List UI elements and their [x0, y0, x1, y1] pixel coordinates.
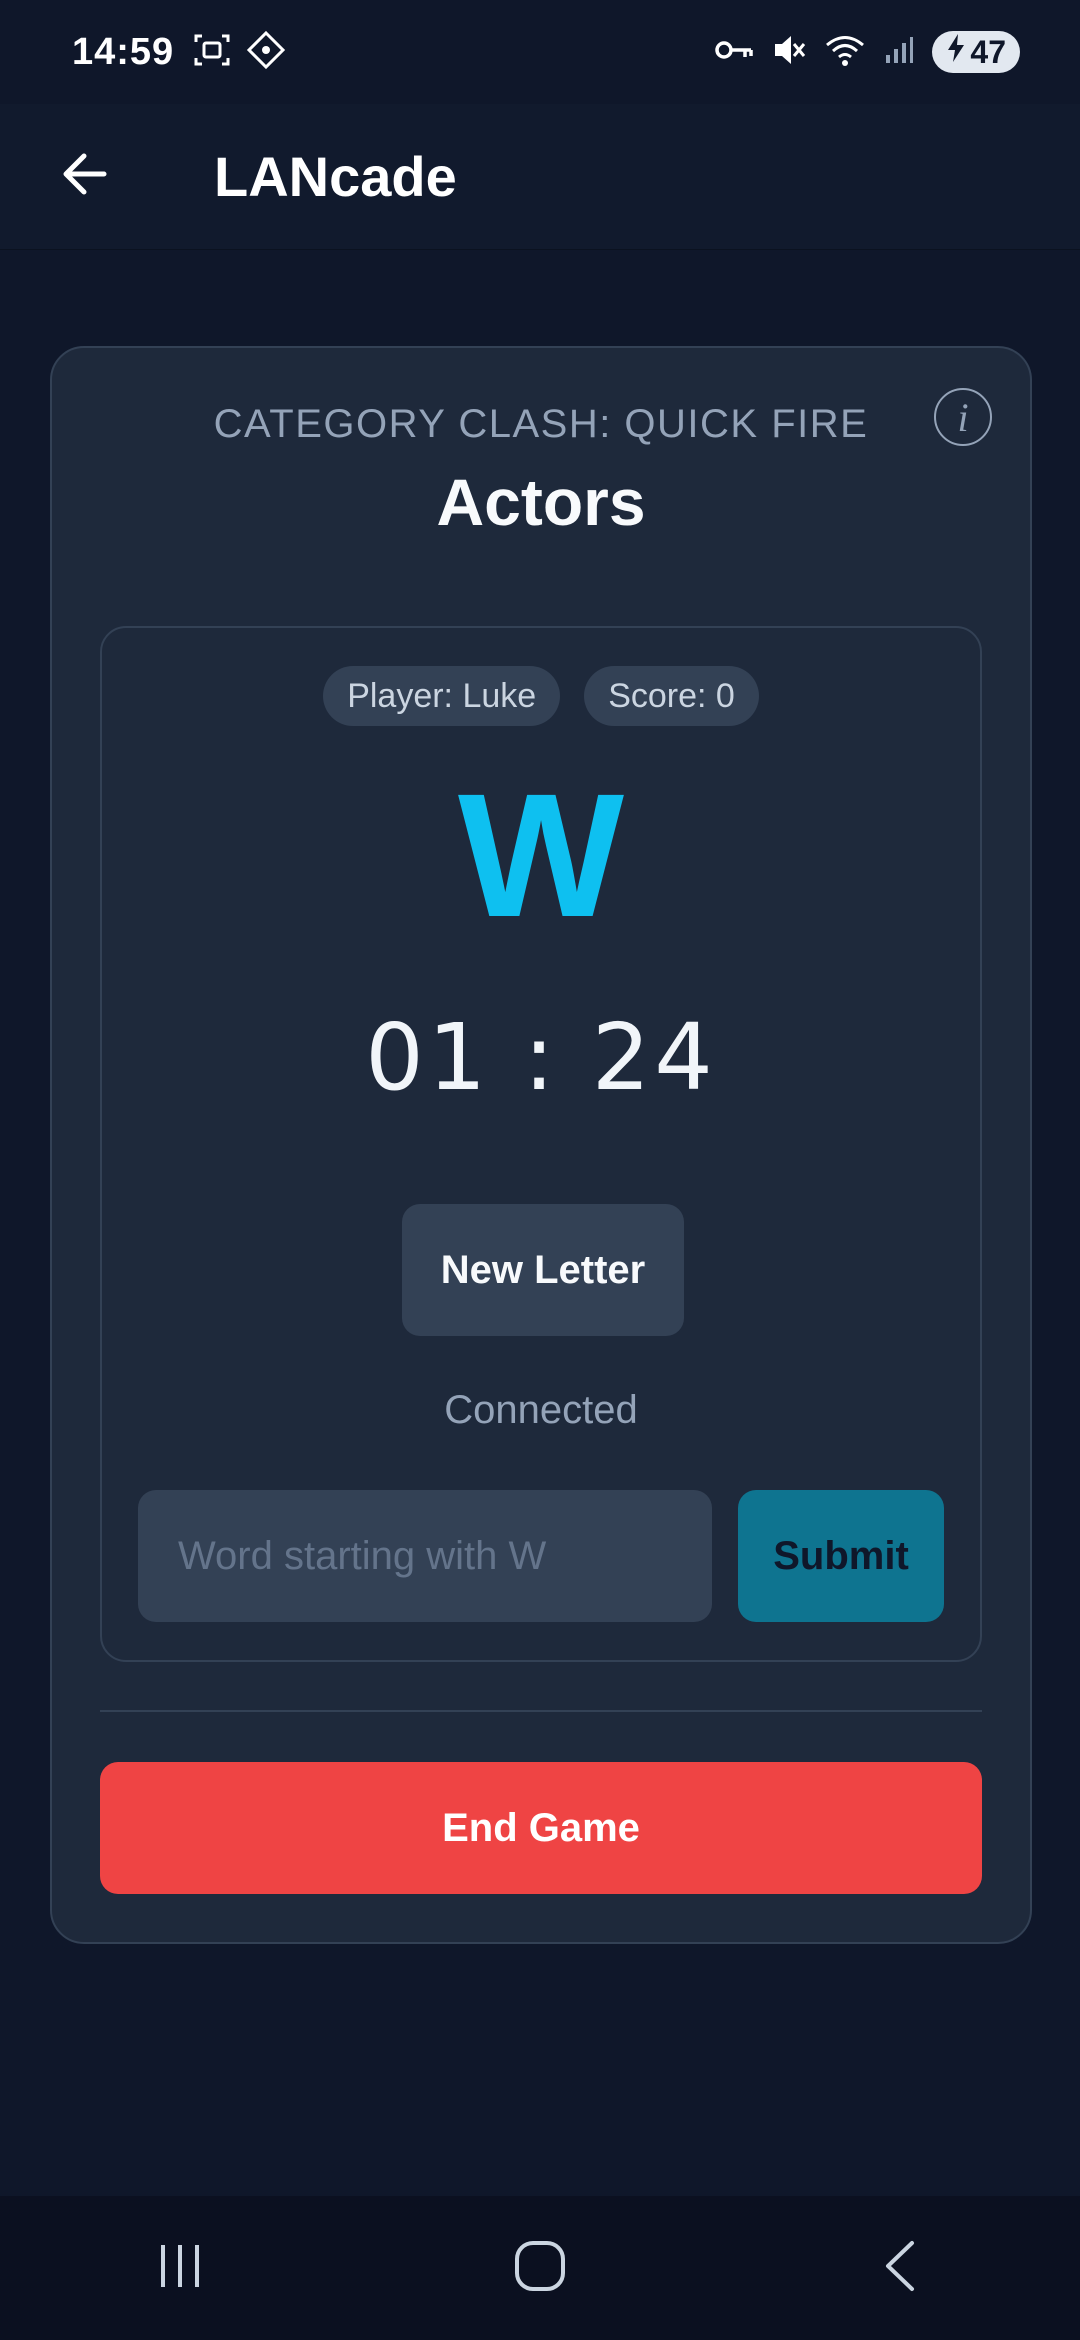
- new-letter-button[interactable]: New Letter: [402, 1204, 684, 1336]
- end-game-button[interactable]: End Game: [100, 1762, 982, 1894]
- screenshot-icon: [192, 30, 232, 75]
- status-bar: 14:59 47: [0, 0, 1080, 104]
- battery-indicator: 47: [932, 31, 1020, 73]
- current-letter: W: [457, 758, 625, 954]
- app-title: LANcade: [214, 145, 457, 208]
- status-right-icons: 47: [714, 31, 1020, 73]
- player-badges: Player: Luke Score: 0: [102, 666, 980, 726]
- app-bar: LANcade: [0, 104, 1080, 250]
- battery-level: 47: [970, 33, 1006, 70]
- game-mode-subtitle: CATEGORY CLASH: QUICK FIRE: [213, 402, 869, 446]
- player-badge: Player: Luke: [323, 666, 561, 726]
- arrow-left-icon: [58, 148, 110, 205]
- countdown-timer: 01 : 24: [365, 1004, 717, 1111]
- back-nav-button[interactable]: [840, 2218, 960, 2318]
- vpn-key-icon: [714, 35, 754, 70]
- status-time: 14:59: [72, 30, 175, 73]
- wifi-icon: [824, 32, 866, 73]
- mute-icon: [772, 32, 806, 73]
- word-input[interactable]: [138, 1490, 712, 1622]
- connection-status: Connected: [444, 1388, 638, 1432]
- score-badge: Score: 0: [584, 666, 759, 726]
- submit-button[interactable]: Submit: [738, 1490, 944, 1622]
- back-nav-icon: [880, 2239, 920, 2298]
- recent-apps-button[interactable]: [120, 2218, 240, 2318]
- home-button[interactable]: [480, 2218, 600, 2318]
- recent-apps-icon: [155, 2241, 205, 2296]
- signal-icon: [884, 35, 914, 70]
- home-icon: [513, 2239, 567, 2298]
- back-button[interactable]: [34, 127, 134, 227]
- system-nav-bar: [0, 2196, 1080, 2340]
- game-panel: Player: Luke Score: 0 W 01 : 24 New Lett…: [100, 626, 982, 1662]
- game-card: i CATEGORY CLASH: QUICK FIRE Actors Play…: [50, 346, 1032, 1944]
- status-left-icons: [192, 30, 286, 75]
- battery-charging-icon: [946, 33, 966, 71]
- divider: [100, 1710, 982, 1712]
- diamond-icon: [246, 30, 286, 75]
- category-title: Actors: [436, 465, 646, 539]
